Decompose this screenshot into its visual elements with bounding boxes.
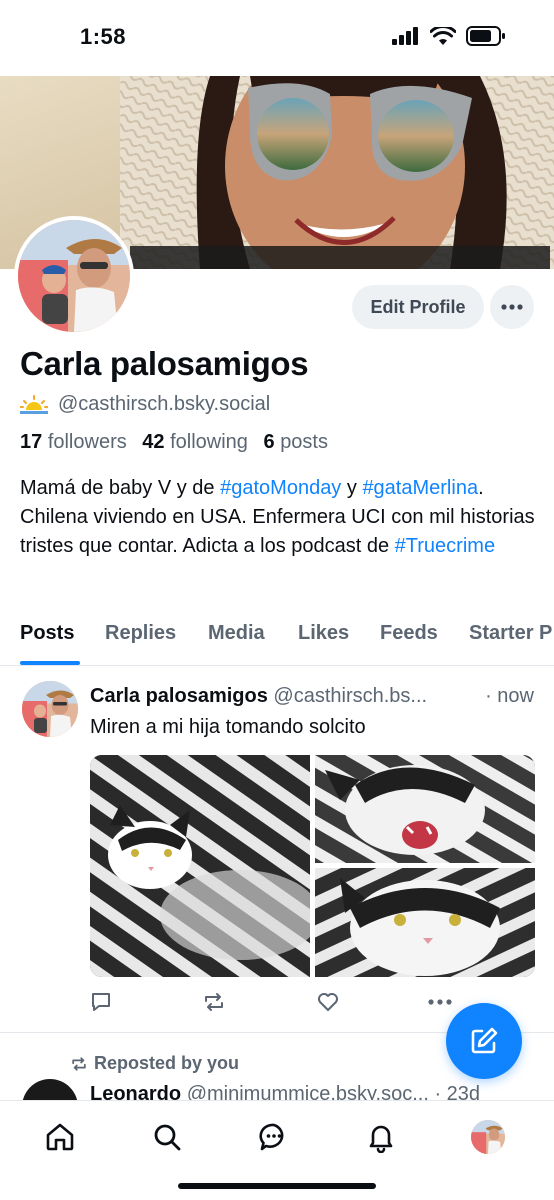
like-heart-icon[interactable] bbox=[316, 991, 340, 1013]
status-bar: 1:58 bbox=[0, 0, 554, 76]
more-options-button[interactable] bbox=[490, 285, 534, 329]
profile-bio: Mamá de baby V y de #gatoMonday y #gataM… bbox=[20, 477, 535, 557]
home-icon bbox=[46, 1123, 74, 1151]
chat-bubble-icon bbox=[259, 1123, 284, 1151]
avatar bbox=[471, 1120, 505, 1154]
post-image[interactable] bbox=[90, 755, 310, 977]
profile-handle: @casthirsch.bsky.social bbox=[58, 393, 271, 415]
search-icon bbox=[154, 1124, 181, 1151]
compose-icon bbox=[471, 1027, 498, 1054]
avatar-image bbox=[18, 220, 130, 332]
profile-stats: 17 followers 42 following 6 posts bbox=[20, 431, 328, 454]
status-icons bbox=[392, 26, 506, 46]
nav-chat[interactable] bbox=[254, 1117, 294, 1157]
post-more-icon[interactable] bbox=[428, 999, 452, 1005]
post-author-avatar[interactable] bbox=[22, 681, 78, 737]
cat-photo bbox=[90, 755, 310, 977]
tab-media[interactable]: Media bbox=[208, 622, 265, 645]
sunrise-icon bbox=[20, 394, 48, 414]
post-image[interactable] bbox=[315, 868, 535, 977]
reposted-by: Reposted by you bbox=[70, 1053, 239, 1074]
posts-count: 6 posts bbox=[263, 431, 329, 453]
post-timestamp[interactable]: · now bbox=[481, 685, 534, 708]
reply-icon[interactable] bbox=[90, 991, 112, 1013]
following-link[interactable]: 42 following bbox=[142, 431, 248, 453]
ellipsis-icon bbox=[501, 304, 523, 310]
nav-home[interactable] bbox=[40, 1117, 80, 1157]
hashtag-link[interactable]: #gatoMonday bbox=[220, 477, 341, 499]
profile-tabs: Posts Replies Media Likes Feeds Starter … bbox=[0, 608, 554, 666]
hashtag-link[interactable]: #gataMerlina bbox=[362, 477, 478, 499]
active-tab-indicator bbox=[20, 661, 80, 665]
post-image[interactable] bbox=[315, 755, 535, 863]
followers-link[interactable]: 17 followers bbox=[20, 431, 127, 453]
handle-row: @casthirsch.bsky.social bbox=[20, 393, 270, 416]
repost-icon[interactable] bbox=[202, 991, 226, 1013]
bell-icon bbox=[369, 1125, 393, 1153]
nav-profile[interactable] bbox=[468, 1117, 508, 1157]
post-header: Carla palosamigos @casthirsch.bs... bbox=[90, 685, 536, 708]
post-text: Miren a mi hija tomando solcito bbox=[90, 716, 366, 738]
home-indicator[interactable] bbox=[178, 1183, 376, 1189]
cat-photo bbox=[315, 868, 535, 977]
battery-icon bbox=[466, 26, 505, 46]
tab-replies[interactable]: Replies bbox=[105, 622, 176, 645]
nav-notifications[interactable] bbox=[361, 1117, 401, 1157]
compose-post-button[interactable] bbox=[446, 1003, 522, 1079]
tab-likes[interactable]: Likes bbox=[298, 622, 349, 645]
cat-photo bbox=[315, 755, 535, 863]
tab-starter-packs[interactable]: Starter P bbox=[469, 622, 552, 645]
feed-post[interactable]: Carla palosamigos @casthirsch.bs... · no… bbox=[0, 667, 554, 1033]
display-name: Carla palosamigos bbox=[20, 345, 309, 382]
nav-search[interactable] bbox=[147, 1117, 187, 1157]
signal-icon bbox=[392, 27, 418, 45]
tab-feeds[interactable]: Feeds bbox=[380, 622, 438, 645]
edit-profile-button[interactable]: Edit Profile bbox=[352, 285, 484, 329]
status-time: 1:58 bbox=[80, 24, 127, 49]
post-author-name[interactable]: Carla palosamigos bbox=[90, 685, 268, 707]
repost-small-icon bbox=[72, 1056, 86, 1071]
tab-posts[interactable]: Posts bbox=[20, 622, 74, 645]
bottom-navigation bbox=[0, 1100, 554, 1200]
post-actions bbox=[90, 991, 452, 1015]
hashtag-link[interactable]: #Truecrime bbox=[395, 535, 495, 557]
wifi-icon bbox=[430, 26, 456, 45]
avatar-image bbox=[471, 1120, 505, 1154]
post-author-handle[interactable]: @casthirsch.bs... bbox=[273, 685, 427, 707]
profile-avatar[interactable] bbox=[14, 216, 134, 336]
post-image-grid bbox=[90, 755, 535, 977]
avatar-image bbox=[22, 681, 78, 737]
